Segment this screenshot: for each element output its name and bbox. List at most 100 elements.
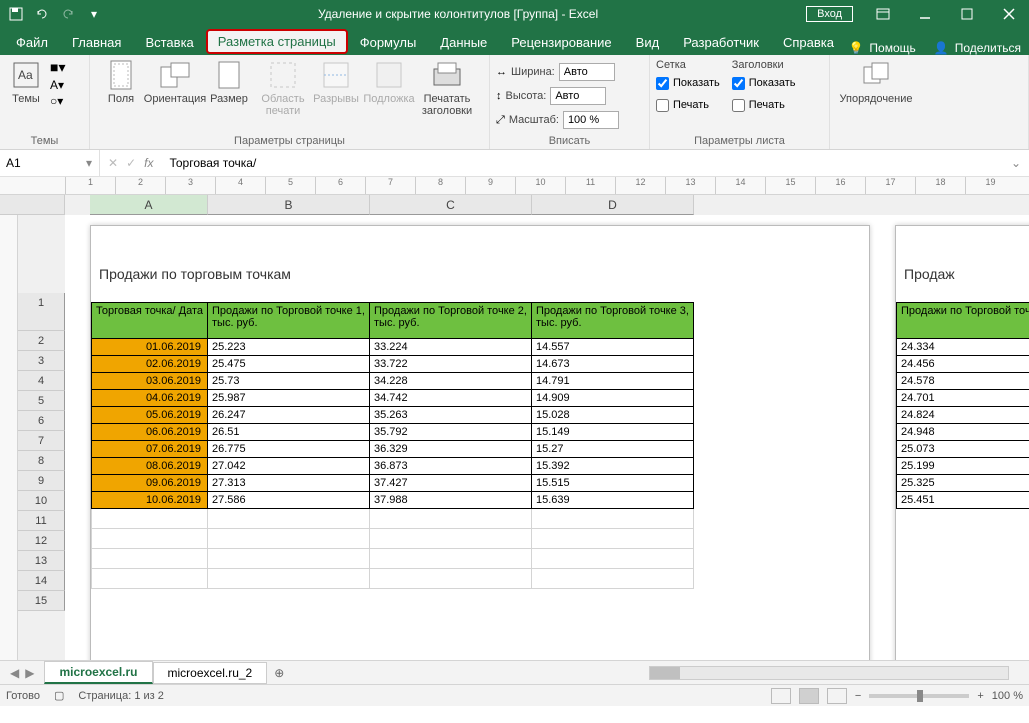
table-row[interactable]: 24.824 [897, 407, 1029, 424]
breaks-button[interactable]: Разрывы [312, 57, 360, 127]
width-input[interactable] [559, 63, 615, 81]
table-row[interactable]: 03.06.201925.7334.22814.791 [92, 373, 694, 390]
height-input[interactable] [550, 87, 606, 105]
zoom-out-icon[interactable]: − [855, 690, 861, 702]
row-header[interactable]: 8 [18, 451, 65, 471]
ribbon-options-icon[interactable] [863, 0, 903, 28]
fonts-icon[interactable]: A▾ [50, 78, 65, 92]
horizontal-ruler[interactable]: 12345678910111213141516171819 [0, 177, 1029, 195]
table-row[interactable]: 24.948 [897, 424, 1029, 441]
view-layout-icon[interactable] [799, 688, 819, 704]
table-header[interactable]: Продажи по Торговой точке 3, тыс. руб. [532, 303, 694, 339]
sheet-tab-2[interactable]: microexcel.ru_2 [153, 662, 268, 684]
row-header[interactable]: 1 [18, 293, 65, 331]
view-normal-icon[interactable] [771, 688, 791, 704]
maximize-button[interactable] [947, 0, 987, 28]
zoom-in-icon[interactable]: + [977, 690, 983, 702]
tab-developer[interactable]: Разработчик [671, 30, 771, 55]
background-button[interactable]: Подложка [364, 57, 414, 127]
table-row[interactable]: 24.456 [897, 356, 1029, 373]
table-row[interactable]: 24.334 [897, 339, 1029, 356]
table-row[interactable]: 25.325 [897, 475, 1029, 492]
table-row[interactable]: 25.073 [897, 441, 1029, 458]
print-area-button[interactable]: Область печати [258, 57, 308, 127]
sheet-tab-1[interactable]: microexcel.ru [44, 661, 152, 684]
gridlines-print-checkbox[interactable] [656, 99, 669, 112]
table-row[interactable]: 07.06.201926.77536.32915.27 [92, 441, 694, 458]
row-header[interactable]: 10 [18, 491, 65, 511]
arrange-button[interactable]: Упорядочение [836, 57, 916, 127]
share-label[interactable]: Поделиться [955, 41, 1021, 55]
margins-button[interactable]: Поля [96, 57, 146, 127]
close-button[interactable] [989, 0, 1029, 28]
zoom-level[interactable]: 100 % [992, 690, 1023, 702]
undo-icon[interactable] [30, 2, 54, 26]
row-header[interactable]: 3 [18, 351, 65, 371]
minimize-button[interactable] [905, 0, 945, 28]
enter-formula-icon[interactable]: ✓ [126, 156, 136, 170]
name-box[interactable] [6, 156, 86, 170]
redo-icon[interactable] [56, 2, 80, 26]
row-header[interactable]: 9 [18, 471, 65, 491]
size-button[interactable]: Размер [204, 57, 254, 127]
themes-button[interactable]: Aa Темы [6, 57, 46, 127]
worksheet-area[interactable]: 123456789101112131415 Продажи по торговы… [0, 215, 1029, 660]
row-header[interactable]: 15 [18, 591, 65, 611]
table-row[interactable]: 25.199 [897, 458, 1029, 475]
table-header[interactable]: Продажи по Торговой точке 2, тыс. руб. [370, 303, 532, 339]
table-row[interactable]: 08.06.201927.04236.87315.392 [92, 458, 694, 475]
gridlines-show-checkbox[interactable] [656, 77, 669, 90]
col-header-d[interactable]: D [532, 195, 694, 215]
col-header-b[interactable]: B [208, 195, 370, 215]
fx-icon[interactable]: fx [144, 156, 153, 170]
row-header[interactable]: 11 [18, 511, 65, 531]
vertical-ruler[interactable] [0, 215, 18, 660]
tell-me-icon[interactable]: 💡 [848, 41, 863, 55]
view-pagebreak-icon[interactable] [827, 688, 847, 704]
table-row[interactable]: 05.06.201926.24735.26315.028 [92, 407, 694, 424]
table-header[interactable]: Торговая точка/ Дата [92, 303, 208, 339]
sheet-nav-next-icon[interactable]: ▶ [25, 666, 34, 680]
sheet-nav-prev-icon[interactable]: ◀ [10, 666, 19, 680]
table-header[interactable]: Продажи по Торговой точке 1, тыс. руб. [208, 303, 370, 339]
row-header[interactable]: 14 [18, 571, 65, 591]
scale-input[interactable] [563, 111, 619, 129]
tab-view[interactable]: Вид [624, 30, 672, 55]
horizontal-scrollbar[interactable] [649, 666, 1009, 680]
row-header[interactable]: 6 [18, 411, 65, 431]
col-header-a[interactable]: A [90, 195, 208, 215]
colors-icon[interactable]: ■▾ [50, 59, 65, 76]
tab-help[interactable]: Справка [771, 30, 846, 55]
row-header[interactable]: 12 [18, 531, 65, 551]
table-row[interactable]: 24.578 [897, 373, 1029, 390]
orientation-button[interactable]: Ориентация [150, 57, 200, 127]
tab-home[interactable]: Главная [60, 30, 133, 55]
table-row[interactable]: 10.06.201927.58637.98815.639 [92, 492, 694, 509]
table-row[interactable]: 24.701 [897, 390, 1029, 407]
table-row[interactable] [92, 509, 694, 529]
row-header[interactable]: 7 [18, 431, 65, 451]
cancel-formula-icon[interactable]: ✕ [108, 156, 118, 170]
save-icon[interactable] [4, 2, 28, 26]
table-row[interactable]: 02.06.201925.47533.72214.673 [92, 356, 694, 373]
data-table-2[interactable]: Продажи по Торговой точке 4 24.33424.456… [896, 302, 1029, 509]
row-header[interactable]: 5 [18, 391, 65, 411]
zoom-slider[interactable] [869, 694, 969, 698]
tab-formulas[interactable]: Формулы [348, 30, 429, 55]
row-header[interactable]: 13 [18, 551, 65, 571]
share-icon[interactable]: 👤 [934, 41, 949, 55]
add-sheet-button[interactable]: ⊕ [267, 666, 291, 680]
select-all-corner[interactable] [0, 195, 65, 215]
col-header-c[interactable]: C [370, 195, 532, 215]
headings-show-checkbox[interactable] [732, 77, 745, 90]
tab-page-layout[interactable]: Разметка страницы [206, 29, 348, 54]
macro-record-icon[interactable]: ▢ [54, 689, 64, 702]
tab-review[interactable]: Рецензирование [499, 30, 623, 55]
table-row[interactable]: 25.451 [897, 492, 1029, 509]
table-row[interactable]: 04.06.201925.98734.74214.909 [92, 390, 694, 407]
table-row[interactable]: 09.06.201927.31337.42715.515 [92, 475, 694, 492]
print-titles-button[interactable]: Печатать заголовки [418, 57, 476, 127]
tab-data[interactable]: Данные [428, 30, 499, 55]
table-row[interactable] [92, 529, 694, 549]
expand-formula-icon[interactable]: ⌄ [1003, 156, 1029, 170]
